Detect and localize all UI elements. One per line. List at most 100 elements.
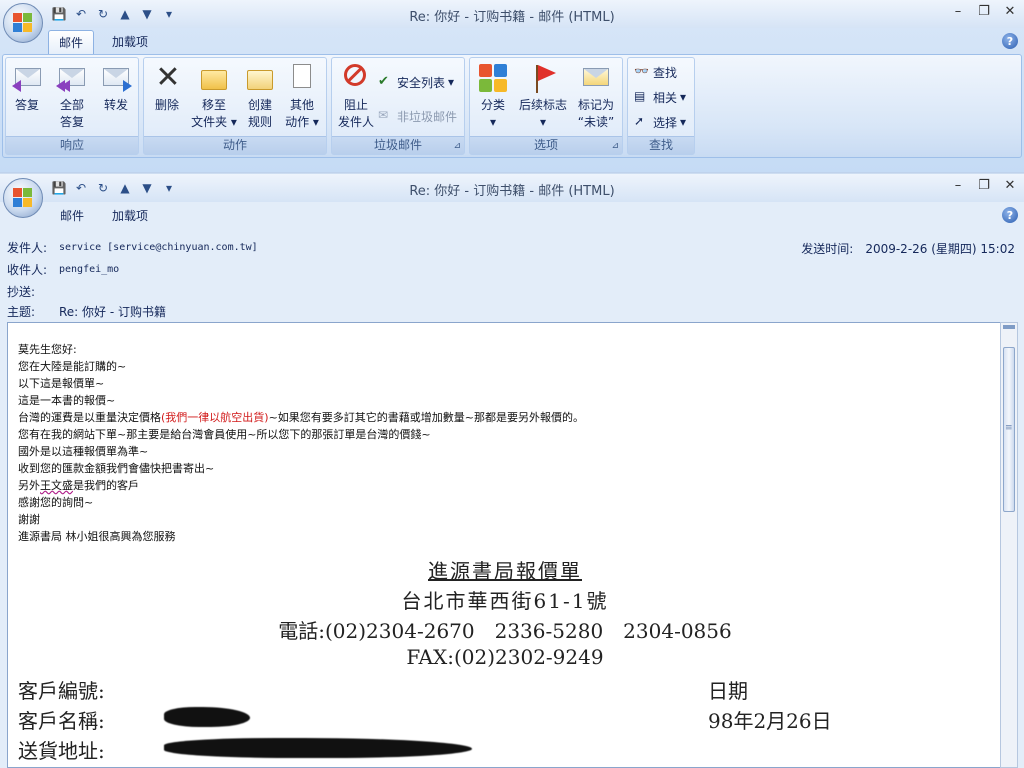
select-button[interactable]: ➚ 选择 ▾ — [634, 112, 686, 132]
other-actions-button[interactable]: 其他 动作 ▾ — [282, 62, 322, 131]
to-label: 收件人: — [7, 262, 48, 277]
block-sender-button[interactable]: 阻止 发件人 — [336, 62, 376, 131]
red-highlight-text: (我們一律以航空出貨) — [161, 411, 269, 424]
message-line: 您有在我的網站下單~那主要是給台灣會員使用~所以您下的那張訂單是台灣的價錢~ — [18, 428, 431, 441]
close-icon[interactable]: ✕ — [1002, 4, 1018, 19]
scroll-top-marker — [1003, 325, 1015, 329]
group-label-find: 查找 — [628, 136, 694, 154]
message-header: 发件人: service [service@chinyuan.com.tw] 收… — [0, 234, 1024, 324]
cursor-icon: ➚ — [634, 114, 645, 128]
group-actions: ✕ 删除 移至 文件夹 ▾ 创建 规则 其他 动作 ▾ 动作 — [143, 57, 327, 155]
spellcheck-underlined-text: 王文盛 — [40, 479, 73, 492]
quote-fax: FAX:(02)2302-9249 — [406, 645, 604, 669]
dialog-launcher-icon[interactable]: ⊿ — [611, 141, 619, 151]
reply-all-button[interactable]: 全部 答复 — [54, 62, 90, 131]
tab-message[interactable]: 邮件 — [50, 204, 94, 228]
from-row: 发件人: service [service@chinyuan.com.tw] — [7, 238, 258, 256]
delete-button[interactable]: ✕ 删除 — [152, 62, 182, 114]
quote-address: 台北市華西街61-1號 — [401, 589, 609, 613]
vertical-scrollbar[interactable]: ≡ — [1000, 322, 1018, 768]
follow-up-button[interactable]: 后续标志 ▾ — [516, 62, 570, 131]
cc-row: 抄送: — [7, 282, 59, 300]
restore-icon[interactable]: ❐ — [976, 4, 992, 19]
office-button[interactable] — [3, 178, 43, 218]
block-icon — [340, 62, 372, 94]
restore-icon[interactable]: ❐ — [976, 178, 992, 193]
find-button[interactable]: 👓 查找 — [634, 62, 677, 82]
window-title: Re: 你好 - 订购书籍 - 邮件 (HTML) — [409, 10, 615, 25]
group-options: 分类 ▾ 后续标志 ▾ 标记为 “未读” 选项 ⊿ — [469, 57, 623, 155]
not-junk-button[interactable]: ✉ 非垃圾邮件 — [378, 106, 457, 126]
date-value: 98年2月26日 — [708, 709, 832, 733]
categorize-button[interactable]: 分类 ▾ — [476, 62, 510, 131]
group-label-options: 选项 — [470, 136, 622, 154]
sent-time: 发送时间: 2009-2-26 (星期四) 15:02 — [801, 240, 1015, 257]
message-body[interactable]: 莫先生您好: 您在大陸是能訂購的~ 以下這是報價單~ 這是一本書的報價~ 台灣的… — [7, 322, 1001, 768]
binoculars-icon: 👓 — [634, 64, 649, 78]
customer-number-label: 客戶編號: — [18, 679, 105, 703]
date-label: 日期 — [708, 679, 748, 703]
dialog-launcher-icon[interactable]: ⊿ — [453, 141, 461, 151]
group-label-junk: 垃圾邮件 — [332, 136, 464, 154]
window-title: Re: 你好 - 订购书籍 - 邮件 (HTML) — [409, 184, 615, 199]
group-junk: 阻止 发件人 ✔ 安全列表 ▾ ✉ 非垃圾邮件 垃圾邮件 ⊿ — [331, 57, 465, 155]
to-row: 收件人: pengfei_mo — [7, 260, 119, 278]
related-button[interactable]: ▤ 相关 ▾ — [634, 87, 686, 107]
tab-addins[interactable]: 加载项 — [102, 30, 158, 54]
group-label-actions: 动作 — [144, 136, 326, 154]
subject-row: 主题: Re: 你好 - 订购书籍 — [7, 302, 166, 320]
message-line: 進源書局 林小姐很高興為您服務 — [18, 530, 176, 543]
related-icon: ▤ — [634, 89, 646, 103]
message-line: 這是一本書的報價~ — [18, 394, 116, 407]
ribbon: 答复 全部 答复 转发 响应 ✕ 删除 移至 文件夹 ▾ 创建 规则 其他 动作… — [2, 54, 1022, 158]
mark-unread-button[interactable]: 标记为 “未读” — [574, 62, 618, 131]
redaction-scribble — [164, 707, 250, 727]
close-icon[interactable]: ✕ — [1002, 178, 1018, 193]
minimize-icon[interactable]: – — [950, 178, 966, 193]
title-bar: 💾 ↶ ↻ ▲ ▼ ▾ Re: 你好 - 订购书籍 - 邮件 (HTML) – … — [0, 174, 1024, 202]
categorize-icon — [477, 62, 509, 94]
message-text: 莫先生您好: 您在大陸是能訂購的~ 以下這是報價單~ 這是一本書的報價~ 台灣的… — [18, 341, 584, 545]
message-line: 莫先生您好: — [18, 343, 77, 356]
help-icon[interactable]: ? — [1002, 33, 1018, 49]
document-icon — [286, 62, 318, 94]
tab-message[interactable]: 邮件 — [48, 30, 95, 54]
group-label-respond: 响应 — [6, 136, 138, 154]
move-to-folder-button[interactable]: 移至 文件夹 ▾ — [190, 62, 238, 131]
message-line: 感謝您的詢問~ — [18, 496, 94, 509]
message-line: 以下這是報價單~ — [18, 377, 105, 390]
office-logo-icon — [13, 188, 33, 208]
ribbon-tabs: 邮件 加载项 ? — [0, 28, 1024, 54]
quote-phone: 電話:(02)2304-2670 2336-5280 2304-0856 — [278, 619, 732, 643]
help-icon[interactable]: ? — [1002, 207, 1018, 223]
customer-name-label: 客戶名稱: — [18, 709, 105, 733]
flag-icon — [527, 62, 559, 94]
forward-button[interactable]: 转发 — [100, 62, 132, 114]
window-controls: – ❐ ✕ — [950, 4, 1018, 19]
create-rule-button[interactable]: 创建 规则 — [244, 62, 276, 131]
office-logo-icon — [13, 13, 33, 33]
from-label: 发件人: — [7, 240, 48, 255]
sent-value: 2009-2-26 (星期四) 15:02 — [865, 242, 1015, 256]
office-button[interactable] — [3, 3, 43, 43]
to-value[interactable]: pengfei_mo — [59, 264, 119, 275]
subject-value: Re: 你好 - 订购书籍 — [59, 304, 166, 319]
message-line: 謝謝 — [18, 513, 40, 526]
window-controls: – ❐ ✕ — [950, 178, 1018, 193]
not-junk-icon: ✉ — [378, 108, 389, 122]
reply-button[interactable]: 答复 — [12, 62, 42, 114]
redaction-scribble — [164, 738, 472, 758]
tab-addins[interactable]: 加载项 — [102, 204, 158, 228]
message-line: 台灣的運費是以重量決定價格(我們一律以航空出貨)~如果您有要多訂其它的書藉或增加… — [18, 411, 585, 424]
reply-icon — [12, 62, 44, 94]
safe-list-icon: ✔ — [378, 74, 389, 89]
minimize-icon[interactable]: – — [950, 4, 966, 19]
safe-list-button[interactable]: ✔ 安全列表 ▾ — [378, 72, 454, 92]
from-value[interactable]: service [service@chinyuan.com.tw] — [59, 242, 258, 253]
message-line: 您在大陸是能訂購的~ — [18, 360, 127, 373]
group-find: 👓 查找 ▤ 相关 ▾ ➚ 选择 ▾ 查找 — [627, 57, 695, 155]
reply-all-icon — [56, 62, 88, 94]
mark-unread-icon — [580, 62, 612, 94]
scroll-grip-icon: ≡ — [1005, 423, 1013, 433]
delete-x-icon: ✕ — [155, 60, 181, 95]
